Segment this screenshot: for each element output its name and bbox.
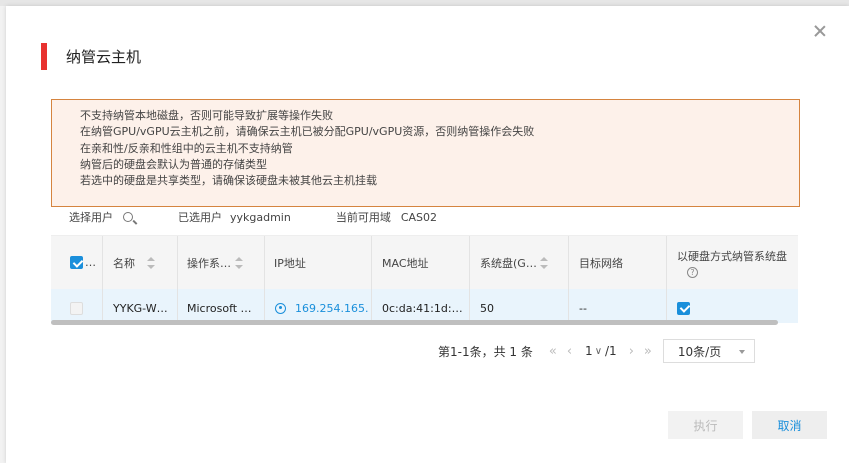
row-ip[interactable]: 169.254.165. — [265, 289, 372, 323]
warning-line: 纳管后的硬盘会默认为普通的存储类型 — [80, 157, 267, 171]
header-sysdisk[interactable]: 系统盘(G… — [470, 236, 569, 289]
first-page-icon[interactable]: « — [549, 344, 557, 359]
cancel-button[interactable]: 取消 — [752, 411, 827, 439]
warning-box: 不支持纳管本地磁盘，否则可能导致扩展等操作失败 在纳管GPU/vGPU云主机之前… — [51, 99, 800, 207]
header-disk-mode: 以硬盘方式纳管系统盘 ? — [677, 249, 787, 278]
search-icon[interactable] — [123, 212, 133, 222]
header-ip: IP地址 — [265, 236, 372, 289]
help-icon[interactable]: ? — [687, 266, 698, 278]
selected-user-label: 已选用户 — [178, 211, 222, 224]
select-user-label: 选择用户 — [69, 211, 113, 224]
prev-page-icon[interactable]: ‹ — [567, 344, 572, 359]
horizontal-scrollbar[interactable] — [51, 320, 778, 325]
row-mac: 0c:da:41:1d:… — [372, 289, 470, 323]
row-disk-mode[interactable] — [667, 289, 798, 323]
header-network: 目标网络 — [569, 236, 667, 289]
warning-line: 不支持纳管本地磁盘，否则可能导致扩展等操作失败 — [80, 109, 333, 122]
domain-value: CAS02 — [400, 210, 438, 224]
domain-label: 当前可用域 — [335, 211, 391, 224]
row-checkbox[interactable] — [70, 301, 83, 315]
dialog-title: 纳管云主机 — [66, 48, 142, 66]
row-os: Microsoft … — [178, 289, 265, 323]
warning-line: 在纳管GPU/vGPU云主机之前，请确保云主机已被分配GPU/vGPU资源，否则… — [80, 125, 535, 139]
sort-icon[interactable] — [147, 256, 155, 270]
row-sysdisk: 50 — [470, 289, 569, 323]
vm-table: … 名称 操作系… IP地址 MAC地址 系统盘(G… 目标网络 以硬盘方式纳管… — [51, 235, 798, 323]
title-accent-bar — [41, 43, 47, 70]
total-pages: /1 — [605, 344, 617, 358]
ip-radio-icon[interactable] — [275, 302, 286, 314]
table-row[interactable]: YYKG-W… Microsoft … 169.254.165. 0c:da:4… — [51, 289, 798, 323]
selected-user-value: yykgadmin — [230, 210, 291, 224]
row-network: -- — [569, 289, 667, 323]
warning-line: 在亲和性/反亲和性组中的云主机不支持纳管 — [80, 141, 293, 155]
sort-icon[interactable] — [539, 256, 548, 270]
last-page-icon[interactable]: » — [644, 344, 652, 359]
header-mac: MAC地址 — [372, 236, 470, 289]
header-os[interactable]: 操作系… — [178, 236, 265, 289]
page-size-select[interactable]: 10条/页 — [662, 339, 755, 363]
next-page-icon[interactable]: › — [629, 344, 634, 359]
execute-button[interactable]: 执行 — [668, 411, 743, 439]
ip-address-link[interactable]: 169.254.165. — [295, 302, 368, 315]
select-all-checkbox[interactable] — [70, 256, 83, 269]
table-header: … 名称 操作系… IP地址 MAC地址 系统盘(G… 目标网络 以硬盘方式纳管… — [51, 236, 798, 289]
current-page[interactable]: 1 — [585, 344, 593, 358]
sort-icon[interactable] — [235, 256, 243, 270]
disk-mode-checkbox[interactable] — [677, 301, 690, 315]
chevron-down-icon[interactable]: ∨ — [595, 346, 602, 357]
row-select[interactable] — [51, 289, 103, 323]
pagination: 第1-1条，共 1 条 « ‹ 1 ∨ /1 › » 10条/页 — [438, 339, 755, 363]
close-icon[interactable] — [813, 24, 827, 38]
pagination-summary: 第1-1条，共 1 条 — [438, 344, 533, 359]
filter-bar: 选择用户 已选用户 yykgadmin 当前可用域 CAS02 — [69, 209, 437, 225]
warning-line: 若选中的硬盘是共享类型，请确保该硬盘未被其他云主机挂载 — [80, 174, 377, 188]
header-select-all[interactable]: … — [51, 236, 103, 289]
header-name[interactable]: 名称 — [103, 236, 178, 289]
manage-vm-dialog: 纳管云主机 不支持纳管本地磁盘，否则可能导致扩展等操作失败 在纳管GPU/vGP… — [6, 6, 849, 463]
row-name: YYKG-W… — [103, 289, 178, 323]
